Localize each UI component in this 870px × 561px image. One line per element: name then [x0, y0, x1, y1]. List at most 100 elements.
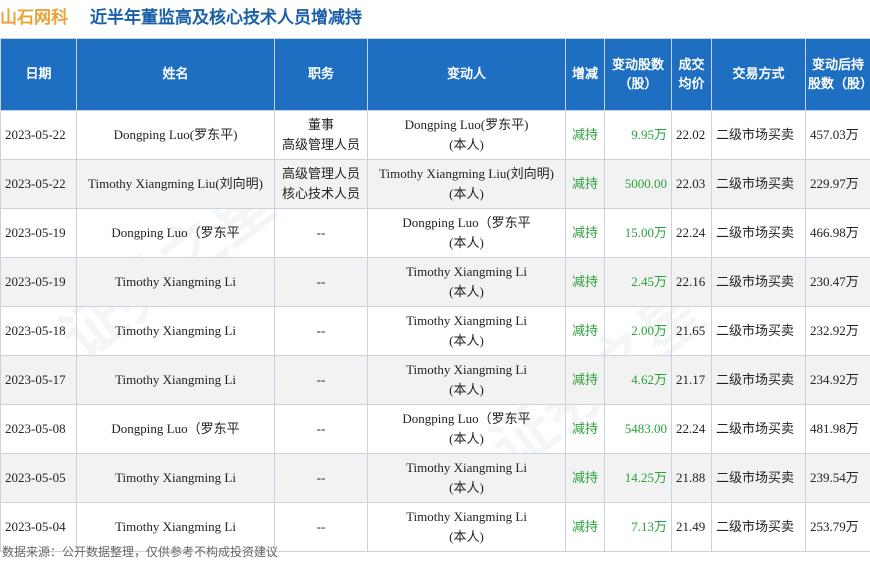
- cell-date: 2023-05-08: [0, 404, 77, 454]
- cell-shares-after: 253.79万: [805, 502, 870, 552]
- cell-date: 2023-05-19: [0, 257, 77, 307]
- cell-trade-type: 二级市场买卖: [711, 502, 806, 552]
- cell-position-line1: --: [316, 225, 326, 240]
- cell-position-line1: --: [316, 274, 326, 289]
- cell-position: --: [274, 453, 368, 503]
- cell-changer-line1: Timothy Xiangming Li: [406, 264, 527, 279]
- cell-position: --: [274, 306, 368, 356]
- cell-trade-type: 二级市场买卖: [711, 159, 806, 209]
- cell-shares-changed: 4.62万: [604, 355, 672, 405]
- cell-position-line2: 核心技术人员: [281, 186, 360, 201]
- cell-date: 2023-05-17: [0, 355, 77, 405]
- header-direction[interactable]: 增减: [565, 38, 605, 111]
- cell-avg-price: 21.88: [671, 453, 712, 503]
- cell-changer: Dongping Luo（罗东平 (本人): [367, 208, 566, 258]
- cell-shares-changed: 9.95万: [604, 110, 672, 160]
- cell-avg-price: 22.03: [671, 159, 712, 209]
- cell-trade-type: 二级市场买卖: [711, 110, 806, 160]
- cell-changer-line2: (本人): [449, 382, 484, 397]
- header-position[interactable]: 职务: [274, 38, 368, 111]
- header-avg-price[interactable]: 成交均价: [671, 38, 712, 111]
- cell-changer: Timothy Xiangming Liu(刘向明) (本人): [367, 159, 566, 209]
- header-shares-after[interactable]: 变动后持股数（股）: [805, 38, 870, 111]
- cell-shares-changed: 2.45万: [604, 257, 672, 307]
- header-shares-changed[interactable]: 变动股数（股）: [604, 38, 672, 111]
- cell-shares-after: 229.97万: [805, 159, 870, 209]
- cell-position: --: [274, 355, 368, 405]
- cell-date: 2023-05-22: [0, 159, 77, 209]
- table-row: 2023-05-08 Dongping Luo（罗东平 -- Dongping Luo…: [0, 404, 870, 454]
- cell-changer-line2: (本人): [449, 284, 484, 299]
- cell-date: 2023-05-05: [0, 453, 77, 503]
- cell-changer-line1: Timothy Xiangming Li: [406, 313, 527, 328]
- cell-direction: 减持: [565, 355, 605, 405]
- cell-avg-price: 22.02: [671, 110, 712, 160]
- cell-direction: 减持: [565, 453, 605, 503]
- cell-trade-type: 二级市场买卖: [711, 208, 806, 258]
- cell-shares-changed: 15.00万: [604, 208, 672, 258]
- cell-position: --: [274, 404, 368, 454]
- cell-name: Dongping Luo(罗东平): [76, 110, 275, 160]
- cell-changer: Timothy Xiangming Li (本人): [367, 257, 566, 307]
- cell-shares-after: 230.47万: [805, 257, 870, 307]
- insider-trades-table: 日期 姓名 职务 变动人 增减 变动股数（股） 成交均价 交易方式 变动后持股数…: [0, 38, 870, 552]
- header-date[interactable]: 日期: [0, 38, 77, 111]
- page-title: 近半年董监高及核心技术人员增减持: [90, 8, 362, 28]
- cell-shares-changed: 14.25万: [604, 453, 672, 503]
- cell-changer-line1: Timothy Xiangming Li: [406, 460, 527, 475]
- cell-name: Timothy Xiangming Li: [76, 306, 275, 356]
- cell-name: Timothy Xiangming Liu(刘向明): [76, 159, 275, 209]
- cell-position: --: [274, 502, 368, 552]
- header-trade-type[interactable]: 交易方式: [711, 38, 806, 111]
- header-name[interactable]: 姓名: [76, 38, 275, 111]
- table-row: 2023-05-22 Timothy Xiangming Liu(刘向明) 高级管理…: [0, 159, 870, 209]
- cell-position-line1: --: [316, 372, 326, 387]
- title-bar: 山石网科 近半年董监高及核心技术人员增减持: [0, 0, 870, 30]
- cell-changer-line2: (本人): [449, 186, 484, 201]
- cell-date: 2023-05-18: [0, 306, 77, 356]
- cell-name: Dongping Luo（罗东平: [76, 208, 275, 258]
- cell-changer-line2: (本人): [449, 235, 484, 250]
- cell-name: Dongping Luo（罗东平: [76, 404, 275, 454]
- table-row: 2023-05-17 Timothy Xiangming Li -- Timothy …: [0, 355, 870, 405]
- cell-position-line1: --: [316, 519, 326, 534]
- cell-changer: Timothy Xiangming Li (本人): [367, 453, 566, 503]
- cell-direction: 减持: [565, 208, 605, 258]
- cell-changer-line1: Dongping Luo（罗东平: [402, 215, 531, 230]
- cell-shares-changed: 5000.00: [604, 159, 672, 209]
- cell-position-line1: 董事: [307, 117, 334, 132]
- cell-avg-price: 22.16: [671, 257, 712, 307]
- cell-avg-price: 21.49: [671, 502, 712, 552]
- cell-changer-line2: (本人): [449, 431, 484, 446]
- cell-shares-after: 234.92万: [805, 355, 870, 405]
- cell-position-line2: 高级管理人员: [281, 137, 360, 152]
- cell-changer-line2: (本人): [449, 529, 484, 544]
- cell-date: 2023-05-22: [0, 110, 77, 160]
- company-name: 山石网科: [0, 8, 68, 28]
- cell-shares-after: 466.98万: [805, 208, 870, 258]
- cell-direction: 减持: [565, 110, 605, 160]
- cell-changer-line2: (本人): [449, 137, 484, 152]
- cell-avg-price: 21.65: [671, 306, 712, 356]
- cell-direction: 减持: [565, 159, 605, 209]
- cell-changer-line2: (本人): [449, 480, 484, 495]
- cell-changer-line1: Dongping Luo（罗东平: [402, 411, 531, 426]
- table-row: 2023-05-19 Timothy Xiangming Li -- Timothy …: [0, 257, 870, 307]
- table-row: 2023-05-18 Timothy Xiangming Li -- Timothy …: [0, 306, 870, 356]
- cell-changer-line1: Timothy Xiangming Li: [406, 362, 527, 377]
- cell-shares-changed: 2.00万: [604, 306, 672, 356]
- cell-position-line1: 高级管理人员: [281, 166, 360, 181]
- cell-changer-line1: Timothy Xiangming Li: [406, 509, 527, 524]
- cell-changer: Dongping Luo(罗东平) (本人): [367, 110, 566, 160]
- cell-shares-after: 232.92万: [805, 306, 870, 356]
- cell-changer-line2: (本人): [449, 333, 484, 348]
- cell-direction: 减持: [565, 502, 605, 552]
- cell-name: Timothy Xiangming Li: [76, 355, 275, 405]
- header-changer[interactable]: 变动人: [367, 38, 566, 111]
- cell-position: 高级管理人员 核心技术人员: [274, 159, 368, 209]
- cell-changer-line1: Dongping Luo(罗东平): [404, 117, 529, 132]
- cell-shares-changed: 5483.00: [604, 404, 672, 454]
- cell-position-line1: --: [316, 470, 326, 485]
- cell-position: --: [274, 208, 368, 258]
- cell-shares-after: 457.03万: [805, 110, 870, 160]
